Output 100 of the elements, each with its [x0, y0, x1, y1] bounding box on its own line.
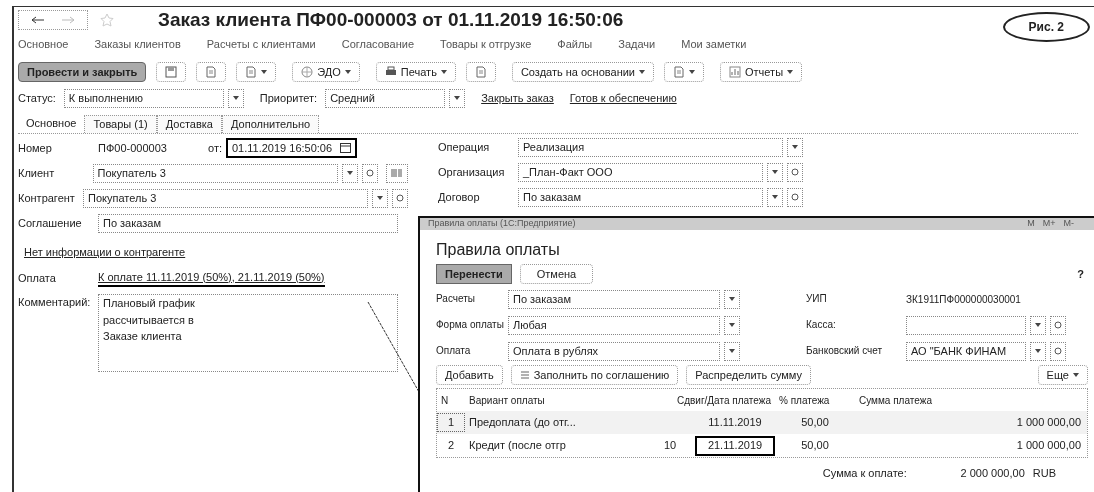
table-row[interactable]: 1 Предоплата (до отг... 11.11.2019 50,00 1 000 000,00: [437, 411, 1087, 434]
field-label: Касса:: [806, 320, 837, 330]
nav-link[interactable]: Мои заметки: [681, 35, 747, 53]
combo-field[interactable]: По заказам: [98, 213, 398, 233]
calendar-icon[interactable]: [340, 143, 352, 153]
currency-label: RUB: [1032, 465, 1056, 481]
combo-field[interactable]: АО "БАНК ФИНАМ: [906, 341, 1026, 361]
comment-field[interactable]: Плановый график рассчитывается в Заказе клиента: [98, 294, 398, 372]
dropdown-button[interactable]: [372, 188, 388, 208]
dropdown-button[interactable]: [1030, 341, 1046, 361]
caret-icon: [377, 196, 383, 200]
combo-field[interactable]: Оплата в рублях: [508, 341, 720, 361]
toolbar-button[interactable]: [664, 62, 704, 82]
toolbar-button[interactable]: Создать на основании: [511, 62, 654, 82]
combo-field[interactable]: Любая: [508, 315, 720, 335]
combo-field[interactable]: Покупатель 3: [83, 188, 368, 208]
date-field[interactable]: 01.11.2019 16:50:06: [226, 138, 358, 158]
memory-button[interactable]: M: [1027, 217, 1035, 231]
combo-field[interactable]: [906, 315, 1026, 335]
barcode-button[interactable]: [385, 163, 408, 183]
field-label: Оплата: [436, 346, 472, 356]
nav-link[interactable]: Заказы клиентов: [94, 35, 181, 53]
open-button[interactable]: [392, 188, 408, 208]
combo-field[interactable]: По заказам: [518, 187, 763, 207]
combo-field[interactable]: Средний: [325, 88, 446, 108]
open-button[interactable]: [787, 162, 803, 182]
toolbar-button[interactable]: ЭДО: [292, 62, 360, 82]
caret-icon: [346, 171, 353, 175]
field-label: Оплата: [18, 270, 57, 286]
memory-button[interactable]: M+: [1042, 217, 1056, 231]
table-cell-text: 11.11.2019: [707, 415, 763, 431]
nav-link[interactable]: Файлы: [557, 35, 593, 53]
dropdown-button[interactable]: [341, 163, 358, 183]
combo-field[interactable]: _План-Факт ООО: [518, 162, 763, 182]
combo-field[interactable]: К выполнению: [63, 88, 224, 108]
tab[interactable]: Товары (1): [84, 115, 157, 133]
caret-icon: [772, 170, 778, 174]
toolbar-button[interactable]: [196, 62, 227, 82]
dropdown-button[interactable]: [1030, 315, 1046, 335]
caret-icon: [1035, 349, 1041, 353]
transfer-button[interactable]: Перенести: [436, 264, 512, 284]
dropdown-button[interactable]: [787, 137, 803, 157]
document-icon: [474, 66, 487, 78]
dropdown-button[interactable]: [449, 88, 466, 108]
star-icon[interactable]: [100, 13, 114, 27]
field-label: Комментарий:: [18, 295, 92, 310]
combo-field[interactable]: Реализация: [518, 137, 783, 157]
nav-link[interactable]: Основное: [18, 35, 69, 53]
toolbar-button[interactable]: [236, 62, 277, 82]
tab[interactable]: Доставка: [156, 115, 222, 133]
field-label: Клиент: [18, 165, 56, 181]
info-link[interactable]: Нет информации о контрагенте: [24, 244, 408, 262]
caret-icon: [772, 195, 778, 199]
link[interactable]: Готов к обеспечению: [569, 89, 677, 107]
caret-icon: [344, 70, 351, 74]
open-button[interactable]: [1050, 341, 1066, 361]
field-label: Договор: [438, 189, 481, 205]
nav-link[interactable]: Задачи: [618, 35, 656, 53]
back-arrow-icon[interactable]: [31, 16, 45, 24]
link[interactable]: Закрыть заказ: [481, 89, 554, 107]
field-label: Банковский счет: [806, 346, 884, 356]
column-header: Сумма платежа: [858, 393, 933, 408]
dropdown-button[interactable]: [767, 162, 783, 182]
window-title: Заказ клиента ПФ00-000003 от 01.11.2019 16:50:06: [158, 7, 624, 32]
field-label: Операция: [438, 139, 491, 155]
dropdown-button[interactable]: [227, 88, 244, 108]
help-button[interactable]: ?: [1073, 265, 1088, 283]
toolbar-button[interactable]: [465, 62, 496, 82]
caret-icon: [792, 145, 798, 149]
save-icon: [165, 66, 178, 78]
open-button[interactable]: [361, 163, 378, 183]
dropdown-button[interactable]: [724, 341, 740, 361]
globe-icon: [301, 66, 314, 78]
action-button[interactable]: Добавить: [436, 365, 503, 385]
combo-field[interactable]: По заказам: [508, 289, 720, 309]
combo-field[interactable]: Покупатель 3: [92, 163, 338, 183]
payment-link[interactable]: К оплате 11.11.2019 (50%), 21.11.2019 (50%): [98, 268, 325, 288]
caret-icon: [261, 70, 268, 74]
tab[interactable]: Дополнительно: [222, 115, 320, 133]
memory-button[interactable]: M-: [1063, 217, 1074, 231]
table-row[interactable]: 2 Кредит (после отгр 10 21.11.2019 50,00 1 000 000,00: [437, 434, 1087, 457]
toolbar-button[interactable]: Печать: [375, 62, 456, 82]
nav-link[interactable]: Товары к отгрузке: [440, 35, 532, 53]
open-button[interactable]: [1050, 315, 1066, 335]
cancel-button[interactable]: Отмена: [519, 264, 594, 284]
dropdown-button[interactable]: [724, 315, 740, 335]
action-button[interactable]: Распределить сумму: [686, 365, 811, 385]
nav-link[interactable]: Расчеты с клиентами: [206, 35, 316, 53]
action-button[interactable]: Заполнить по соглашению: [510, 365, 679, 385]
open-button[interactable]: [787, 187, 803, 207]
document-icon: [673, 66, 685, 78]
more-button[interactable]: Еще: [1037, 365, 1088, 385]
post-and-close-button[interactable]: Провести и закрыть: [18, 62, 147, 82]
toolbar-button[interactable]: [156, 62, 187, 82]
table-cell-text: Кредит (после отгр: [468, 438, 567, 454]
caret-icon: [1073, 373, 1079, 377]
dropdown-button[interactable]: [767, 187, 783, 207]
nav-link[interactable]: Согласование: [341, 35, 415, 53]
toolbar-button[interactable]: Отчеты: [720, 62, 803, 82]
dropdown-button[interactable]: [724, 289, 740, 309]
